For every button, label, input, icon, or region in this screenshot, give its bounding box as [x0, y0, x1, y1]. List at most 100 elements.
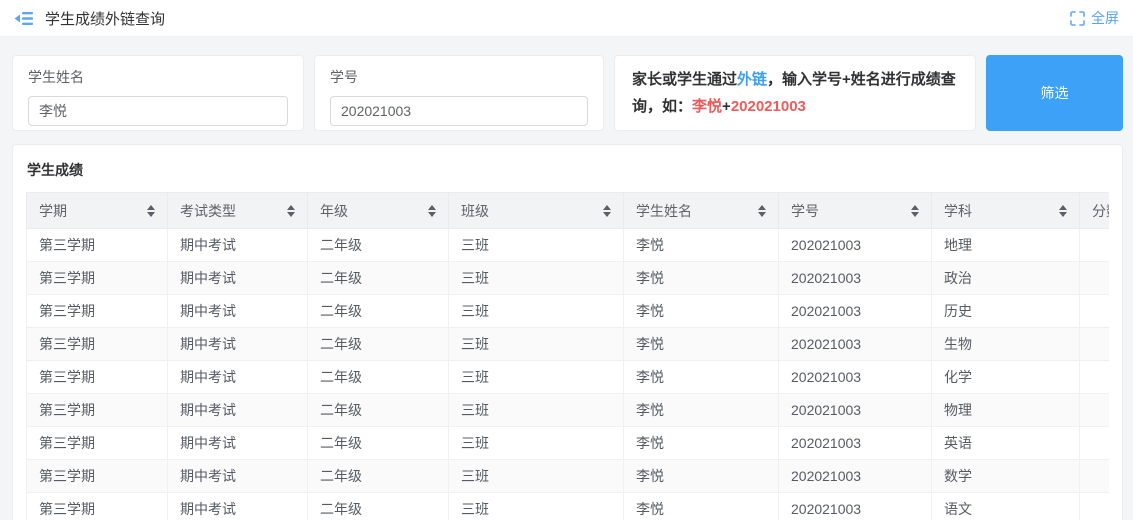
cell-student_id: 202021003	[779, 262, 932, 295]
column-label: 分数	[1092, 201, 1109, 221]
column-header-grade[interactable]: 年级	[308, 193, 449, 229]
cell-student_name: 李悦	[624, 229, 779, 262]
sort-caret-up-icon[interactable]	[147, 205, 155, 210]
table-row: 第三学期期中考试二年级三班李悦202021003物理	[27, 394, 1110, 427]
column-header-student_id[interactable]: 学号	[779, 193, 932, 229]
student-id-filter-card: 学号	[314, 55, 604, 131]
filter-row: 学生姓名 学号 家长或学生通过外链，输入学号+姓名进行成绩查询，如：李悦+202…	[12, 55, 1123, 131]
sort-carets[interactable]	[911, 205, 919, 217]
cell-student_name: 李悦	[624, 493, 779, 520]
cell-score	[1080, 328, 1110, 361]
cell-exam_type: 期中考试	[168, 361, 308, 394]
sort-caret-down-icon[interactable]	[287, 212, 295, 217]
fullscreen-label: 全屏	[1091, 8, 1119, 28]
cell-exam_type: 期中考试	[168, 295, 308, 328]
column-label: 班级	[461, 201, 489, 221]
column-label: 年级	[320, 201, 348, 221]
cell-semester: 第三学期	[27, 460, 168, 493]
student-id-input[interactable]	[330, 96, 588, 126]
cell-grade: 二年级	[308, 295, 449, 328]
cell-student_id: 202021003	[779, 394, 932, 427]
cell-student_name: 李悦	[624, 460, 779, 493]
cell-student_name: 李悦	[624, 295, 779, 328]
hint-example-prefix: 如：	[662, 98, 692, 115]
student-name-label: 学生姓名	[28, 67, 288, 87]
sort-carets[interactable]	[287, 205, 295, 217]
hint-example-id: 202021003	[731, 98, 806, 115]
sort-caret-down-icon[interactable]	[147, 212, 155, 217]
cell-exam_type: 期中考试	[168, 427, 308, 460]
cell-class_name: 三班	[449, 229, 624, 262]
cell-semester: 第三学期	[27, 394, 168, 427]
column-header-subject[interactable]: 学科	[932, 193, 1080, 229]
cell-grade: 二年级	[308, 262, 449, 295]
sort-caret-down-icon[interactable]	[758, 212, 766, 217]
student-name-filter-card: 学生姓名	[12, 55, 304, 131]
cell-semester: 第三学期	[27, 262, 168, 295]
fullscreen-button[interactable]: 全屏	[1070, 8, 1119, 28]
table-row: 第三学期期中考试二年级三班李悦202021003数学	[27, 460, 1110, 493]
hint-example-name: 李悦	[692, 98, 722, 115]
cell-score	[1080, 361, 1110, 394]
sort-caret-up-icon[interactable]	[911, 205, 919, 210]
column-label: 学科	[944, 201, 972, 221]
sort-caret-down-icon[interactable]	[911, 212, 919, 217]
cell-class_name: 三班	[449, 295, 624, 328]
cell-class_name: 三班	[449, 427, 624, 460]
cell-score	[1080, 427, 1110, 460]
table-row: 第三学期期中考试二年级三班李悦202021003生物	[27, 328, 1110, 361]
cell-grade: 二年级	[308, 328, 449, 361]
sort-carets[interactable]	[147, 205, 155, 217]
student-name-input[interactable]	[28, 96, 288, 126]
cell-student_id: 202021003	[779, 361, 932, 394]
sort-caret-down-icon[interactable]	[603, 212, 611, 217]
cell-semester: 第三学期	[27, 361, 168, 394]
cell-semester: 第三学期	[27, 427, 168, 460]
cell-exam_type: 期中考试	[168, 229, 308, 262]
sort-caret-up-icon[interactable]	[603, 205, 611, 210]
column-header-score[interactable]: 分数	[1080, 193, 1110, 229]
sort-carets[interactable]	[1059, 205, 1067, 217]
filter-button[interactable]: 筛选	[986, 55, 1123, 131]
cell-subject: 语文	[932, 493, 1080, 520]
sort-carets[interactable]	[758, 205, 766, 217]
cell-student_id: 202021003	[779, 460, 932, 493]
cell-grade: 二年级	[308, 229, 449, 262]
cell-student_id: 202021003	[779, 328, 932, 361]
sort-caret-up-icon[interactable]	[428, 205, 436, 210]
cell-grade: 二年级	[308, 361, 449, 394]
sort-caret-up-icon[interactable]	[1059, 205, 1067, 210]
scores-table: 学期考试类型年级班级学生姓名学号学科分数 第三学期期中考试二年级三班李悦2020…	[26, 192, 1109, 520]
column-label: 学号	[791, 201, 819, 221]
cell-exam_type: 期中考试	[168, 328, 308, 361]
cell-subject: 历史	[932, 295, 1080, 328]
cell-grade: 二年级	[308, 427, 449, 460]
column-header-semester[interactable]: 学期	[27, 193, 168, 229]
cell-semester: 第三学期	[27, 295, 168, 328]
sort-carets[interactable]	[603, 205, 611, 217]
column-header-exam_type[interactable]: 考试类型	[168, 193, 308, 229]
cell-class_name: 三班	[449, 262, 624, 295]
column-header-class_name[interactable]: 班级	[449, 193, 624, 229]
sort-caret-down-icon[interactable]	[428, 212, 436, 217]
sort-caret-up-icon[interactable]	[287, 205, 295, 210]
sort-carets[interactable]	[428, 205, 436, 217]
sort-caret-up-icon[interactable]	[758, 205, 766, 210]
external-link[interactable]: 外链	[737, 71, 767, 88]
cell-class_name: 三班	[449, 493, 624, 520]
menu-fold-icon[interactable]	[14, 9, 34, 27]
cell-student_id: 202021003	[779, 229, 932, 262]
cell-score	[1080, 295, 1110, 328]
cell-class_name: 三班	[449, 361, 624, 394]
cell-exam_type: 期中考试	[168, 262, 308, 295]
scores-card: 学生成绩 学期考试类型年级班级学生姓名学号学科分数 第三学期期中考试二年级三班李…	[12, 144, 1123, 520]
hint-plus: +	[722, 98, 731, 115]
sort-caret-down-icon[interactable]	[1059, 212, 1067, 217]
cell-class_name: 三班	[449, 394, 624, 427]
cell-exam_type: 期中考试	[168, 394, 308, 427]
table-row: 第三学期期中考试二年级三班李悦202021003英语	[27, 427, 1110, 460]
cell-subject: 数学	[932, 460, 1080, 493]
column-header-student_name[interactable]: 学生姓名	[624, 193, 779, 229]
cell-subject: 英语	[932, 427, 1080, 460]
cell-subject: 生物	[932, 328, 1080, 361]
